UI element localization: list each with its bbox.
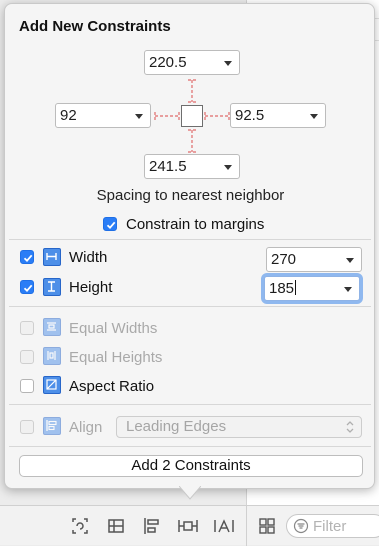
align-edges-value: Leading Edges <box>126 418 227 435</box>
filter-icon <box>293 518 309 538</box>
constrain-to-margins-checkbox[interactable] <box>103 217 117 231</box>
width-constraint-icon <box>43 248 61 266</box>
equal-heights-checkbox[interactable] <box>20 350 34 364</box>
popover-arrow <box>179 486 201 500</box>
right-strut-icon[interactable] <box>203 109 231 123</box>
top-spacing-combo[interactable]: 220.5 <box>144 50 240 75</box>
height-value: 185 <box>269 280 295 297</box>
checkmark-icon <box>23 254 33 263</box>
updown-chevron-icon <box>346 421 354 433</box>
equal-heights-icon <box>43 347 61 365</box>
bottom-spacing-combo[interactable]: 241.5 <box>144 154 240 179</box>
equal-widths-icon <box>43 318 61 336</box>
right-spacing-value: 92.5 <box>235 107 265 124</box>
width-value-combo[interactable]: 270 <box>266 247 362 272</box>
align-checkbox[interactable] <box>20 420 34 434</box>
bottom-strut-icon[interactable] <box>185 128 199 154</box>
text-cursor <box>295 280 297 295</box>
height-label: Height <box>69 279 113 296</box>
left-strut-icon[interactable] <box>153 109 181 123</box>
add-constraints-button[interactable]: Add 2 Constraints <box>19 455 363 477</box>
align-edges-icon <box>43 417 61 435</box>
filter-field[interactable]: Filter <box>286 514 379 538</box>
resolve-auto-layout-issues-icon[interactable] <box>212 514 236 538</box>
section-divider <box>9 306 371 307</box>
chevron-down-icon <box>344 287 352 292</box>
height-constraint-icon <box>43 278 61 296</box>
section-divider <box>9 404 371 405</box>
left-spacing-combo[interactable]: 92 <box>55 103 151 128</box>
popover-title: Add New Constraints <box>19 18 171 35</box>
toolbar-separator <box>246 506 247 546</box>
equal-widths-checkbox[interactable] <box>20 321 34 335</box>
canvas-bottom-toolbar: Filter <box>0 505 379 546</box>
height-value-combo[interactable]: 185 <box>264 276 360 301</box>
section-divider <box>9 239 371 240</box>
bottom-spacing-value: 241.5 <box>149 158 187 175</box>
align-icon[interactable] <box>140 514 164 538</box>
update-frames-icon[interactable] <box>68 514 92 538</box>
equal-heights-label: Equal Heights <box>69 349 163 366</box>
width-checkbox[interactable] <box>20 250 34 264</box>
constrained-view-box <box>181 105 203 127</box>
add-constraints-popover: Add New Constraints 220.5 92 92.5 241.5 … <box>4 3 375 489</box>
filter-placeholder: Filter <box>313 517 347 535</box>
height-checkbox[interactable] <box>20 280 34 294</box>
constrain-to-margins-label: Constrain to margins <box>126 216 265 233</box>
chevron-down-icon <box>224 165 232 170</box>
width-value: 270 <box>271 251 297 268</box>
checkmark-icon <box>106 221 116 230</box>
section-divider <box>9 446 371 447</box>
add-new-constraints-icon[interactable] <box>176 514 200 538</box>
chevron-down-icon <box>135 114 143 119</box>
aspect-ratio-checkbox[interactable] <box>20 379 34 393</box>
left-spacing-value: 92 <box>60 107 77 124</box>
chevron-down-icon <box>224 61 232 66</box>
aspect-ratio-label: Aspect Ratio <box>69 378 155 395</box>
spacing-caption: Spacing to nearest neighbor <box>96 187 285 204</box>
equal-widths-label: Equal Widths <box>69 320 158 337</box>
top-strut-icon[interactable] <box>185 78 199 104</box>
chevron-down-icon <box>346 258 354 263</box>
align-edges-select[interactable]: Leading Edges <box>116 416 362 438</box>
width-label: Width <box>69 249 108 266</box>
embed-in-stack-icon[interactable] <box>104 514 128 538</box>
align-label: Align <box>69 419 103 436</box>
top-spacing-value: 220.5 <box>149 54 187 71</box>
grid-view-icon[interactable] <box>255 514 279 538</box>
checkmark-icon <box>23 284 33 293</box>
chevron-down-icon <box>310 114 318 119</box>
aspect-ratio-icon <box>43 376 61 394</box>
right-spacing-combo[interactable]: 92.5 <box>230 103 326 128</box>
